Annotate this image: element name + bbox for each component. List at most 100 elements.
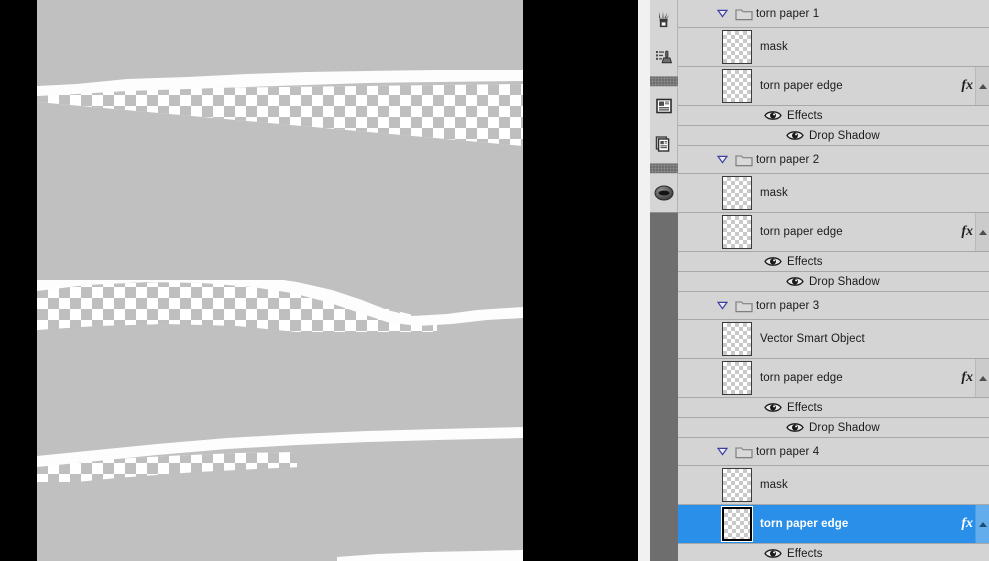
panel-icon-rail: [650, 0, 678, 561]
row-gutter-spacer: [678, 174, 712, 212]
layer-group-row[interactable]: torn paper 3: [678, 292, 989, 320]
group-disclosure-triangle[interactable]: [712, 155, 732, 164]
row-gutter-spacer: [678, 398, 712, 417]
fx-icon[interactable]: fx: [961, 370, 975, 386]
effect-name: Drop Shadow: [809, 275, 880, 288]
row-gutter-spacer: [678, 272, 712, 291]
layer-name: mask: [760, 187, 788, 199]
layer-row[interactable]: mask: [678, 174, 989, 213]
brushes-panel-icon: [654, 9, 674, 29]
layer-name: torn paper 2: [756, 153, 820, 166]
effects-visibility-eye-icon[interactable]: [764, 109, 782, 122]
layer-group-row[interactable]: torn paper 1: [678, 0, 989, 28]
row-gutter-spacer: [678, 418, 712, 437]
layer-row[interactable]: Vector Smart Object: [678, 320, 989, 359]
effects-label: Effects: [787, 547, 823, 560]
layer-row[interactable]: mask: [678, 466, 989, 505]
layer-name: mask: [760, 479, 788, 491]
row-gutter-spacer: [678, 67, 712, 105]
canvas[interactable]: [37, 0, 523, 561]
fx-badge-zone: fx: [935, 359, 975, 397]
document-window-border: [638, 0, 650, 561]
effect-name: Drop Shadow: [809, 421, 880, 434]
layer-name: torn paper edge: [760, 372, 843, 384]
layer-row[interactable]: mask: [678, 28, 989, 67]
group-disclosure-triangle[interactable]: [712, 301, 732, 310]
layer-group-row[interactable]: torn paper 2: [678, 146, 989, 174]
layer-thumbnail[interactable]: [722, 69, 752, 103]
layers-list[interactable]: torn paper 1 mask torn paper edge fx Effects…: [678, 0, 989, 561]
effects-row[interactable]: Effects: [678, 398, 989, 418]
effects-visibility-eye-icon[interactable]: [764, 255, 782, 268]
layer-thumbnail[interactable]: [721, 506, 753, 542]
masks-panel-button[interactable]: [650, 174, 678, 212]
layer-group-row[interactable]: torn paper 4: [678, 438, 989, 466]
layer-row[interactable]: torn paper edge fx: [678, 359, 989, 398]
effects-visibility-eye-icon[interactable]: [764, 547, 782, 560]
folder-icon: [732, 445, 756, 459]
effect-item-row[interactable]: Drop Shadow: [678, 126, 989, 146]
group-disclosure-triangle[interactable]: [712, 447, 732, 456]
effects-collapse-toggle[interactable]: [975, 359, 989, 397]
layer-comps-panel-button[interactable]: [650, 125, 678, 163]
layer-thumbnail[interactable]: [722, 30, 752, 64]
layer-row[interactable]: torn paper edge fx: [678, 213, 989, 252]
layer-thumbnail[interactable]: [722, 468, 752, 502]
effects-collapse-toggle[interactable]: [975, 213, 989, 251]
layer-name: torn paper 3: [756, 299, 820, 312]
layer-thumbnail[interactable]: [722, 322, 752, 356]
effects-row[interactable]: Effects: [678, 252, 989, 272]
row-gutter-spacer: [678, 320, 712, 358]
clone-source-panel-icon: [654, 47, 674, 67]
fx-badge-zone: fx: [935, 67, 975, 105]
layer-thumbnail[interactable]: [722, 176, 752, 210]
layer-name: mask: [760, 41, 788, 53]
rail-group-3: [650, 174, 678, 213]
character-panel-button[interactable]: [650, 87, 678, 125]
effect-item-row[interactable]: Drop Shadow: [678, 272, 989, 292]
row-gutter-spacer: [678, 126, 712, 145]
layer-name: Vector Smart Object: [760, 333, 865, 345]
row-gutter-spacer: [678, 466, 712, 504]
layer-row[interactable]: torn paper edge fx: [678, 67, 989, 106]
layer-name: torn paper edge: [760, 518, 849, 530]
effect-visibility-eye-icon[interactable]: [786, 275, 804, 288]
paper-panel-3: [37, 150, 523, 280]
effects-collapse-toggle[interactable]: [975, 67, 989, 105]
effects-label: Effects: [787, 401, 823, 414]
effect-visibility-eye-icon[interactable]: [786, 421, 804, 434]
row-gutter-spacer: [678, 28, 712, 66]
group-disclosure-triangle[interactable]: [712, 9, 732, 18]
effect-visibility-eye-icon[interactable]: [786, 129, 804, 142]
row-gutter-spacer: [678, 106, 712, 125]
fx-icon[interactable]: fx: [961, 78, 975, 94]
row-gutter-spacer: [678, 146, 712, 173]
document-area: [0, 0, 650, 561]
row-gutter-spacer: [678, 292, 712, 319]
row-gutter-spacer: [678, 505, 712, 543]
fx-badge-zone: fx: [935, 505, 975, 543]
folder-icon: [732, 299, 756, 313]
layer-thumbnail[interactable]: [722, 361, 752, 395]
layer-name: torn paper 4: [756, 445, 820, 458]
clone-source-panel-button[interactable]: [650, 38, 678, 76]
effects-collapse-toggle[interactable]: [975, 505, 989, 543]
layer-name: torn paper edge: [760, 80, 843, 92]
fx-icon[interactable]: fx: [961, 516, 975, 532]
folder-icon: [732, 153, 756, 167]
brushes-panel-button[interactable]: [650, 0, 678, 38]
character-panel-icon: [654, 96, 674, 116]
effects-row[interactable]: Effects: [678, 544, 989, 561]
effect-item-row[interactable]: Drop Shadow: [678, 418, 989, 438]
folder-icon: [732, 7, 756, 21]
layers-panel[interactable]: torn paper 1 mask torn paper edge fx Effects…: [678, 0, 989, 561]
layer-thumbnail[interactable]: [722, 215, 752, 249]
fx-icon[interactable]: fx: [961, 224, 975, 240]
row-gutter-spacer: [678, 544, 712, 561]
effects-visibility-eye-icon[interactable]: [764, 401, 782, 414]
layer-name: torn paper 1: [756, 7, 820, 20]
layer-row[interactable]: torn paper edge fx: [678, 505, 989, 544]
masks-panel-icon: [653, 183, 675, 203]
effects-row[interactable]: Effects: [678, 106, 989, 126]
rail-grip-1: [650, 77, 678, 87]
